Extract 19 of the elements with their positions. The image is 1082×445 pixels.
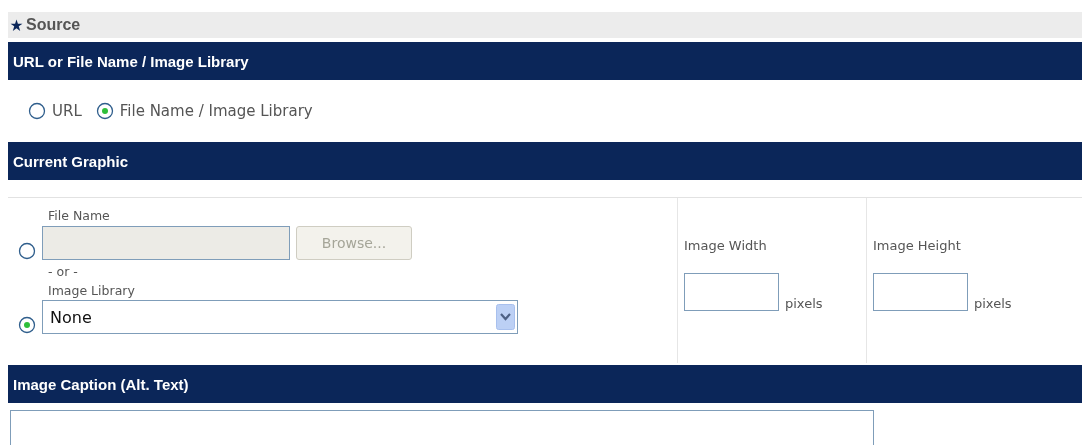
radio-button[interactable] [18, 316, 36, 334]
field-label: File Name [48, 208, 111, 223]
field-label: Image Width [684, 238, 768, 253]
input-field[interactable] [684, 273, 779, 311]
field-label: Image Height [873, 238, 962, 253]
radio-label: URL [52, 102, 82, 120]
unit-label: pixels [974, 296, 1012, 311]
unit-label: pixels [785, 296, 823, 311]
radio-label: File Name / Image Library [119, 102, 313, 120]
heading-bar: URL or File Name / Image Library [8, 42, 1082, 80]
section-title: Source [26, 16, 81, 34]
heading-bar: Image Caption (Alt. Text) [8, 365, 1082, 403]
input-field[interactable] [873, 273, 968, 311]
image-library-dropdown[interactable]: None [42, 300, 518, 334]
separator-text: - or - [48, 264, 79, 279]
radio-button[interactable] [95, 102, 114, 120]
field-label: Image Library [48, 283, 136, 298]
radio-button[interactable] [28, 102, 46, 120]
heading-bar: Current Graphic [8, 142, 1082, 180]
